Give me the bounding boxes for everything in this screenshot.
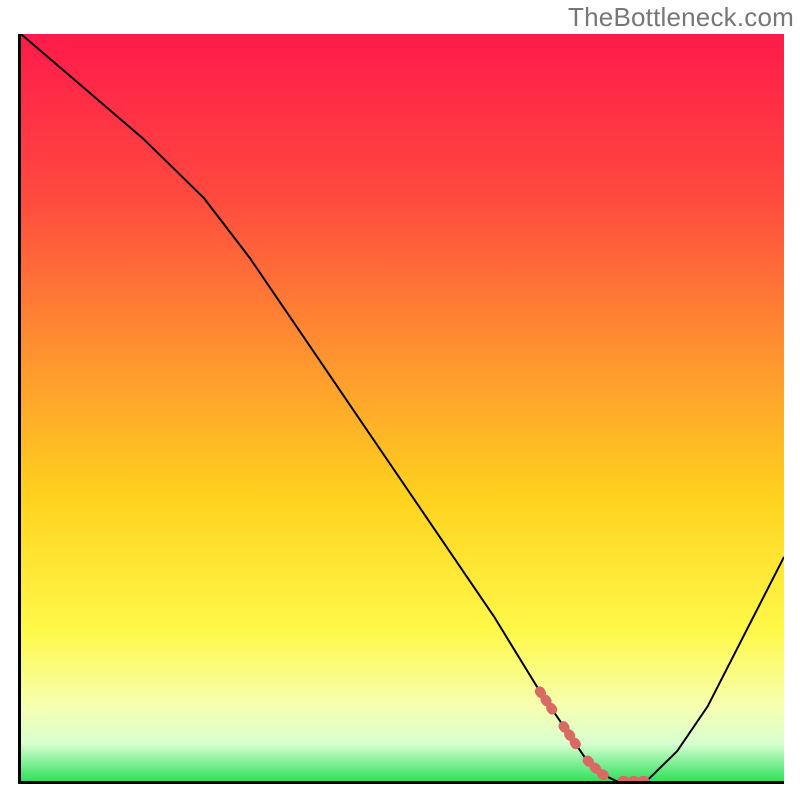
marker-layer bbox=[21, 34, 784, 781]
highlight-segment bbox=[540, 691, 647, 781]
chart-stage: TheBottleneck.com bbox=[0, 0, 800, 800]
plot-frame bbox=[18, 34, 784, 784]
watermark-text: TheBottleneck.com bbox=[568, 2, 794, 33]
